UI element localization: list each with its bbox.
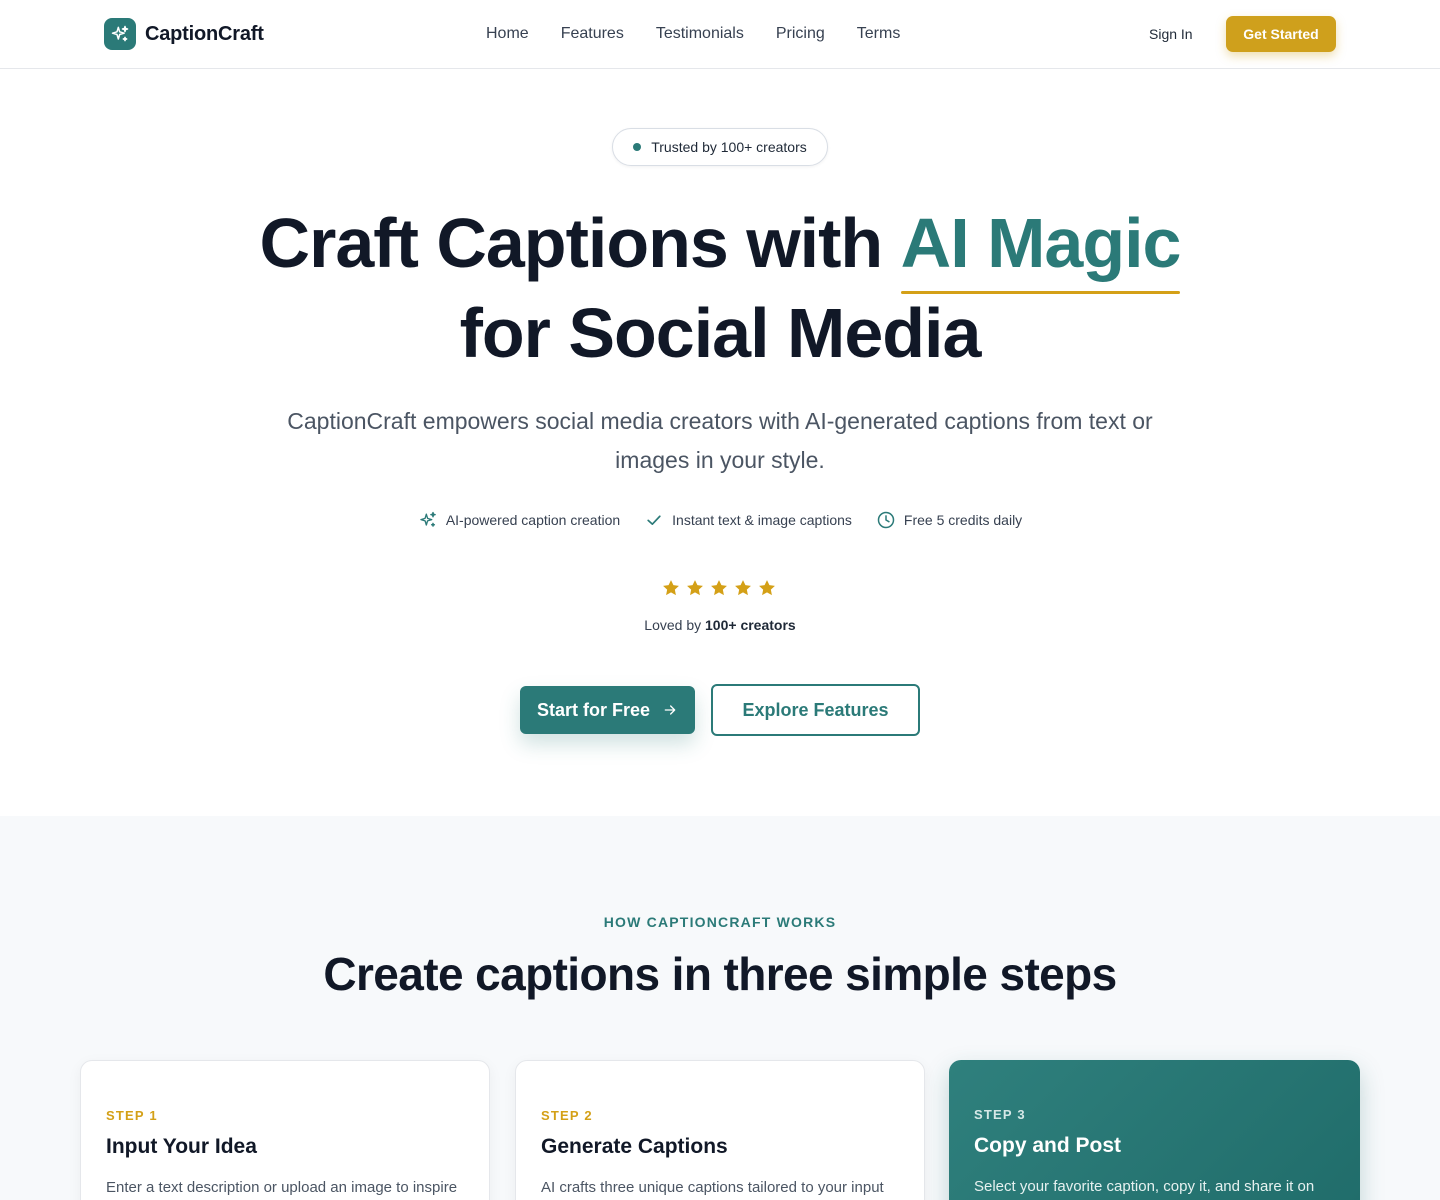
- start-free-button[interactable]: Start for Free: [520, 686, 695, 734]
- social-proof: Loved by 100+ creators: [0, 617, 1440, 633]
- section-eyebrow: HOW CAPTIONCRAFT WORKS: [603, 914, 837, 930]
- social-proof-count: 100+ creators: [705, 617, 796, 633]
- start-free-label: Start for Free: [536, 699, 651, 720]
- step-card-2: STEP 2 Generate Captions AI crafts three…: [515, 1060, 925, 1200]
- how-it-works-section: HOW CAPTIONCRAFT WORKS Create captions i…: [0, 816, 1440, 1200]
- hero-title: Craft Captions with AI Magic for Social …: [0, 198, 1440, 378]
- clock-icon: [877, 511, 895, 529]
- nav-link-terms[interactable]: Terms: [857, 23, 901, 45]
- step-description: Select your favorite caption, copy it, a…: [974, 1178, 1315, 1195]
- star-icon: [687, 580, 703, 596]
- top-nav: CaptionCraft Home Features Testimonials …: [0, 0, 1440, 69]
- feature-highlights: AI-powered caption creation Instant text…: [0, 510, 1440, 530]
- step-label: STEP 1: [106, 1108, 158, 1123]
- sign-in-link[interactable]: Sign In: [1149, 25, 1193, 43]
- step-card-3: STEP 3 Copy and Post Select your favorit…: [949, 1060, 1360, 1200]
- hero-title-part2: for Social Media: [459, 294, 982, 372]
- nav-link-testimonials[interactable]: Testimonials: [656, 23, 744, 45]
- explore-features-button[interactable]: Explore Features: [711, 684, 920, 736]
- step-title: Generate Captions: [541, 1135, 728, 1158]
- feature-item: AI-powered caption creation: [418, 510, 620, 530]
- sparkles-icon: [420, 511, 436, 527]
- star-rating: [661, 578, 777, 598]
- feature-label: Free 5 credits daily: [903, 512, 1023, 528]
- social-proof-prefix: Loved by: [644, 617, 706, 633]
- nav-link-pricing[interactable]: Pricing: [776, 23, 825, 45]
- star-icon: [711, 580, 727, 596]
- nav-link-features[interactable]: Features: [561, 23, 624, 45]
- feature-label: AI-powered caption creation: [445, 512, 621, 528]
- nav-link-home[interactable]: Home: [486, 23, 529, 45]
- main-nav: Home Features Testimonials Pricing Terms: [486, 23, 900, 45]
- feature-item: Free 5 credits daily: [876, 510, 1022, 530]
- trust-badge: Trusted by 100+ creators: [612, 128, 828, 166]
- trust-badge-label: Trusted by 100+ creators: [651, 139, 807, 155]
- step-card-1: STEP 1 Input Your Idea Enter a text desc…: [80, 1060, 490, 1200]
- brand-logo[interactable]: CaptionCraft: [104, 18, 264, 50]
- star-icon: [663, 580, 679, 596]
- step-title: Copy and Post: [974, 1134, 1122, 1157]
- check-icon: [647, 515, 661, 525]
- step-title: Input Your Idea: [106, 1135, 257, 1158]
- step-description: AI crafts three unique captions tailored…: [541, 1179, 884, 1196]
- sparkles-icon: [104, 18, 136, 50]
- status-dot: [633, 143, 642, 151]
- hero-title-part1: Craft Captions with: [259, 204, 901, 282]
- step-label: STEP 2: [541, 1108, 593, 1123]
- arrow-right-icon: [664, 705, 676, 715]
- get-started-button[interactable]: Get Started: [1226, 16, 1336, 52]
- step-description: Enter a text description or upload an im…: [106, 1179, 458, 1196]
- hero-subtitle: CaptionCraft empowers social media creat…: [287, 408, 1153, 473]
- section-title: Create captions in three simple steps: [323, 948, 1117, 1000]
- star-icon: [735, 580, 751, 596]
- step-label: STEP 3: [974, 1107, 1026, 1122]
- hero-title-accent: AI Magic: [900, 198, 1181, 294]
- brand-name: CaptionCraft: [145, 22, 264, 45]
- feature-item: Instant text & image captions: [644, 510, 852, 530]
- feature-label: Instant text & image captions: [672, 512, 852, 528]
- star-icon: [759, 580, 775, 596]
